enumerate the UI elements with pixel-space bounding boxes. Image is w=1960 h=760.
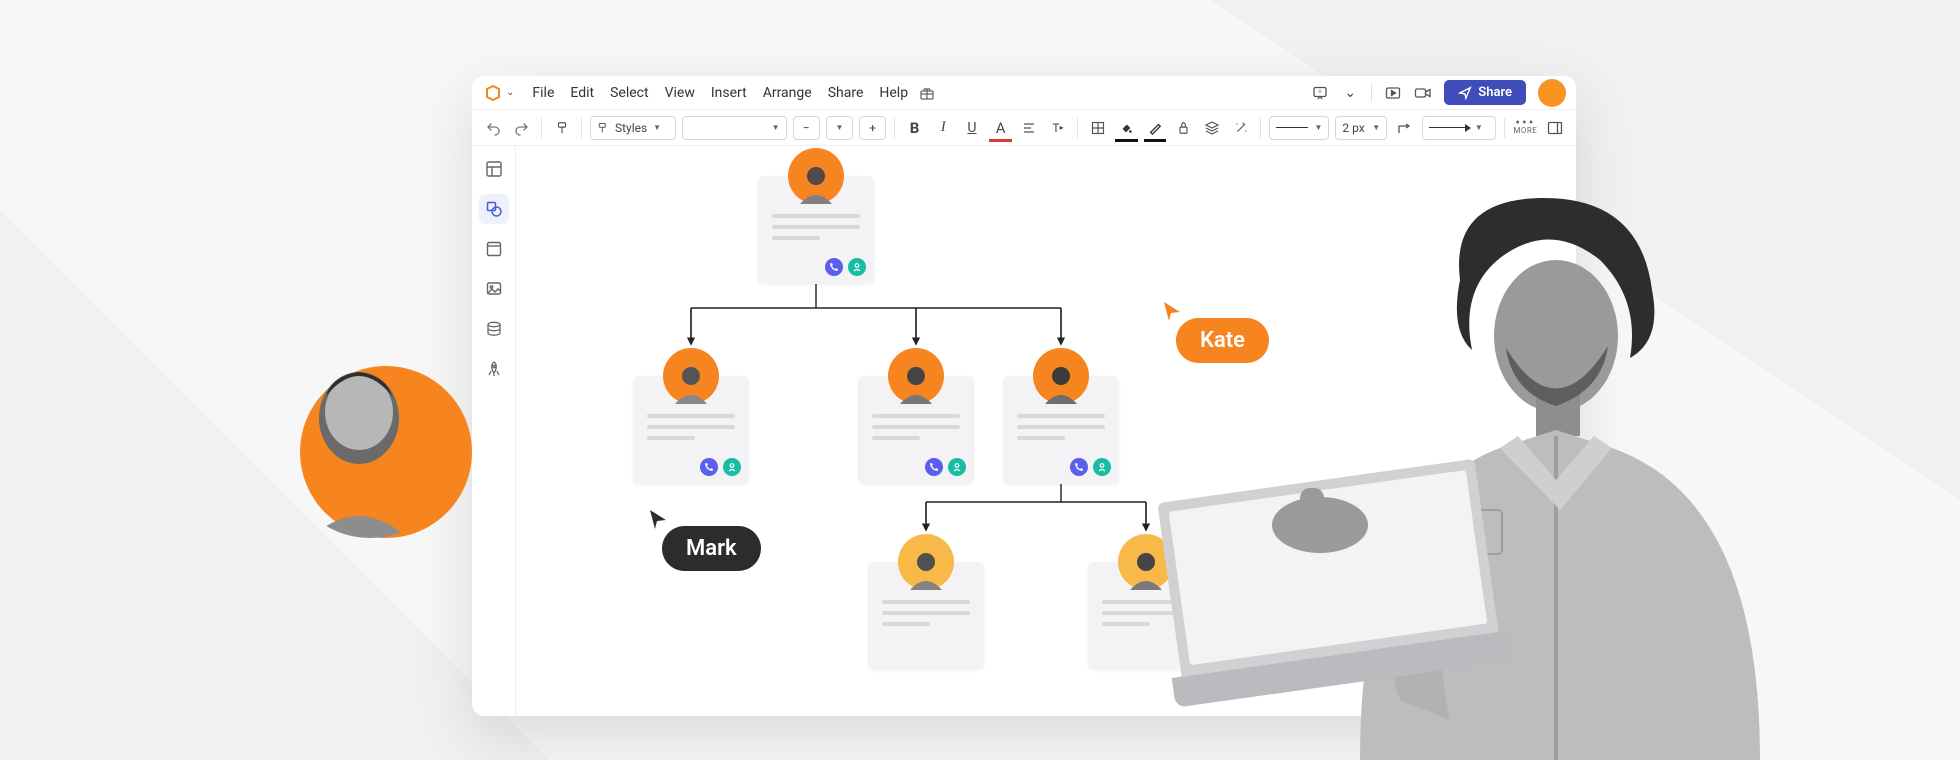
redo-icon[interactable] [511,116,534,140]
avatar-icon [663,348,719,404]
phone-badge-icon[interactable] [700,458,718,476]
more-button[interactable]: •••MORE [1513,120,1537,135]
profile-badge-icon[interactable] [948,458,966,476]
arrow-style-dropdown[interactable]: ▼ [1422,116,1497,140]
video-icon[interactable] [1414,84,1432,102]
share-button[interactable]: Share [1444,80,1526,105]
share-button-label: Share [1478,85,1512,100]
avatar-icon [788,148,844,204]
font-size-decrease[interactable]: − [793,116,820,140]
comment-icon[interactable]: ＋ [1311,84,1329,102]
font-size-increase[interactable]: + [859,116,886,140]
avatar-icon [898,534,954,590]
menu-insert[interactable]: Insert [703,81,755,105]
org-card-l3-a[interactable] [868,562,984,670]
line-width-dropdown[interactable]: 2 px▼ [1335,116,1387,140]
menu-file[interactable]: File [524,81,562,105]
layers-icon[interactable] [1201,116,1224,140]
image-tool-icon[interactable] [479,274,509,304]
hero-person-left [266,346,452,532]
format-painter-icon[interactable] [550,116,573,140]
panel-toggle-icon[interactable] [1543,116,1566,140]
play-icon[interactable] [1384,84,1402,102]
frame-tool-icon[interactable] [479,234,509,264]
styles-dropdown[interactable]: Styles ▼ [590,116,676,140]
undo-icon[interactable] [482,116,505,140]
profile-badge-icon[interactable] [848,258,866,276]
shapes-tool-icon[interactable] [479,194,509,224]
avatar-icon [888,348,944,404]
menu-help[interactable]: Help [871,81,916,105]
database-tool-icon[interactable] [479,314,509,344]
rocket-tool-icon[interactable] [479,354,509,384]
separator [1371,84,1372,102]
magic-icon[interactable] [1230,116,1253,140]
table-insert-icon[interactable] [1086,116,1109,140]
italic-button[interactable]: I [932,116,955,140]
menu-view[interactable]: View [657,81,703,105]
chevron-down-icon[interactable]: ⌄ [1341,84,1359,102]
fill-color-button[interactable] [1115,116,1138,140]
line-style-dropdown[interactable]: ▼ [1269,116,1329,140]
text-format-button[interactable]: T▸ [1047,116,1070,140]
svg-text:＋: ＋ [1317,88,1323,95]
left-sidebar [472,146,516,716]
underline-button[interactable]: U [961,116,984,140]
connector-type-icon[interactable] [1393,116,1416,140]
collaborator-cursor-mark: Mark [662,526,761,571]
layout-tool-icon[interactable] [479,154,509,184]
phone-badge-icon[interactable] [925,458,943,476]
menu-arrange[interactable]: Arrange [755,81,820,105]
phone-badge-icon[interactable] [825,258,843,276]
org-card-l2-b[interactable] [858,376,974,484]
menu-edit[interactable]: Edit [562,81,602,105]
card-placeholder-lines [772,214,860,247]
profile-badge-icon[interactable] [1093,458,1111,476]
org-card-root[interactable] [758,176,874,284]
hero-person-right [1200,180,1800,760]
gift-icon[interactable] [918,84,936,102]
avatar-icon [1033,348,1089,404]
align-button[interactable] [1018,116,1041,140]
font-family-dropdown[interactable]: ▼ [682,116,787,140]
font-color-button[interactable]: A [989,116,1012,140]
toolbar: Styles ▼ ▼ − ▼ + B I U A T▸ ▼ 2 px▼ [472,110,1576,146]
logo-dropdown-caret-icon[interactable]: ⌄ [506,87,514,98]
org-card-l2-a[interactable] [633,376,749,484]
user-avatar[interactable] [1538,79,1566,107]
line-color-button[interactable] [1144,116,1167,140]
cursor-label: Mark [686,536,737,561]
bold-button[interactable]: B [903,116,926,140]
org-card-l2-c[interactable] [1003,376,1119,484]
phone-badge-icon[interactable] [1070,458,1088,476]
menubar: ⌄ File Edit Select View Insert Arrange S… [472,76,1576,110]
lock-icon[interactable] [1172,116,1195,140]
line-width-label: 2 px [1342,121,1364,135]
styles-label: Styles [615,121,647,135]
menu-share[interactable]: Share [820,81,872,105]
profile-badge-icon[interactable] [723,458,741,476]
app-logo-icon[interactable] [484,84,502,102]
menu-select[interactable]: Select [602,81,656,105]
font-size-dropdown[interactable]: ▼ [826,116,853,140]
